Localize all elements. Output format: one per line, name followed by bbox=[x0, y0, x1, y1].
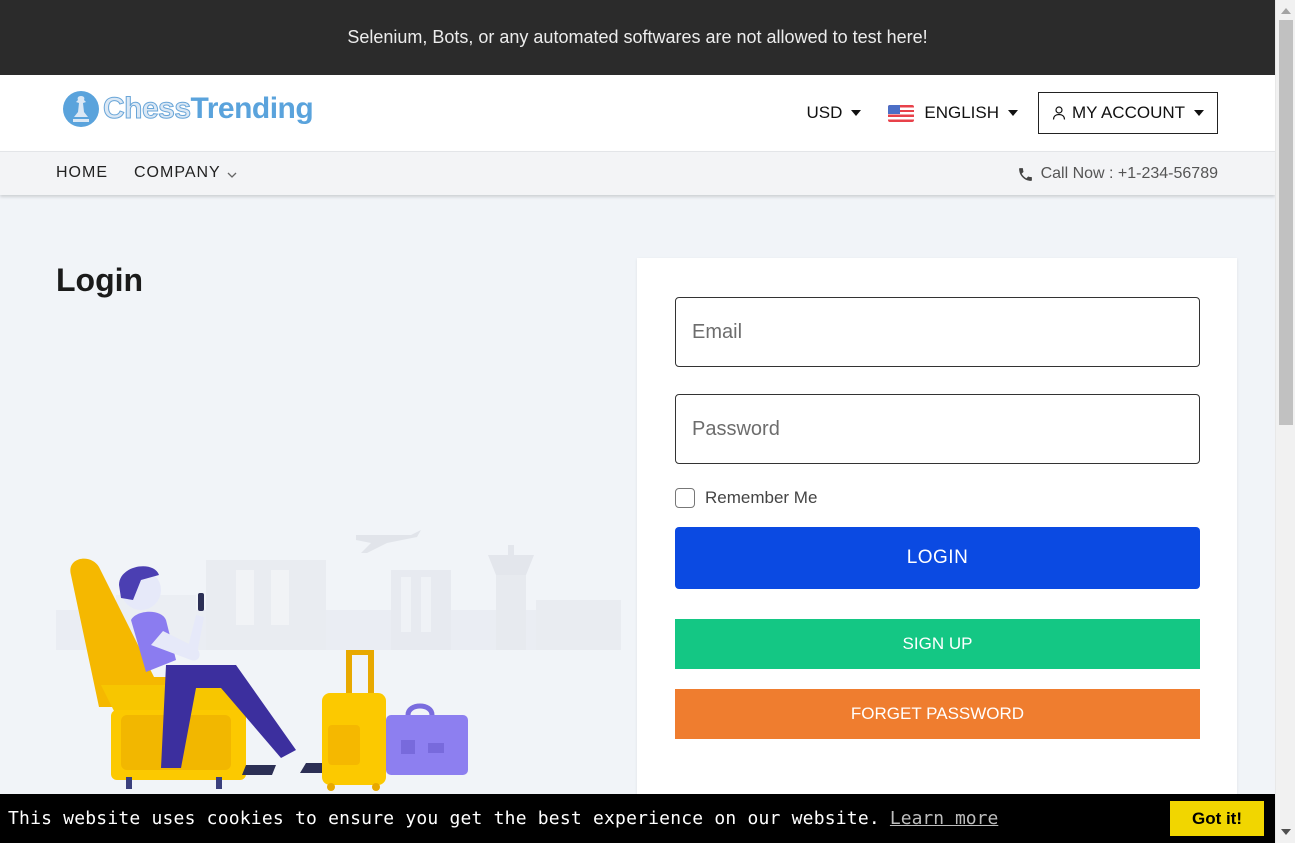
caret-down-icon bbox=[851, 110, 862, 116]
got-it-button[interactable]: Got it! bbox=[1170, 801, 1264, 836]
page: Selenium, Bots, or any automated softwar… bbox=[0, 0, 1275, 843]
logo-text-trending: Trending bbox=[190, 92, 314, 125]
us-flag-icon bbox=[888, 104, 915, 122]
learn-more-link[interactable]: Learn more bbox=[890, 808, 998, 829]
notice-text: Selenium, Bots, or any automated softwar… bbox=[347, 27, 928, 47]
site-logo[interactable]: ChessTrending bbox=[62, 89, 314, 129]
currency-dropdown[interactable]: USD bbox=[806, 103, 862, 123]
sign-up-button-label: SIGN UP bbox=[902, 634, 973, 653]
caret-down-icon bbox=[1194, 110, 1205, 116]
chevron-down-icon bbox=[227, 172, 237, 178]
page-title: Login bbox=[56, 262, 144, 298]
cookie-consent-bar: This website uses cookies to ensure you … bbox=[0, 794, 1275, 843]
scroll-up-arrow-icon[interactable] bbox=[1281, 8, 1291, 14]
caret-down-icon bbox=[1008, 110, 1018, 116]
my-account-button[interactable]: MY ACCOUNT bbox=[1038, 92, 1218, 134]
vertical-scrollbar[interactable] bbox=[1275, 0, 1295, 843]
header-controls: USD ENGLISH MY ACCOUNT bbox=[806, 92, 1218, 134]
call-now-label: Call Now : +1-234-56789 bbox=[1040, 165, 1218, 182]
phone-icon bbox=[1018, 167, 1032, 181]
my-account-label: MY ACCOUNT bbox=[1071, 103, 1186, 122]
nav-item-company[interactable]: COMPANY bbox=[134, 164, 237, 182]
login-button-label: LOGIN bbox=[906, 547, 969, 568]
currency-label: USD bbox=[806, 103, 843, 122]
scrollbar-thumb[interactable] bbox=[1279, 20, 1293, 425]
forget-password-button-label: FORGET PASSWORD bbox=[850, 704, 1025, 723]
traveler-illustration bbox=[56, 530, 621, 791]
sign-up-button[interactable]: SIGN UP bbox=[675, 619, 1200, 669]
nav-item-home[interactable]: HOME bbox=[56, 164, 108, 182]
remember-me[interactable]: Remember Me bbox=[675, 488, 817, 508]
main-nav: HOME COMPANY Call Now : +1-234-56789 bbox=[0, 151, 1275, 195]
login-button[interactable]: LOGIN bbox=[675, 527, 1200, 589]
nav-item-home-label: HOME bbox=[56, 164, 108, 181]
user-icon bbox=[1052, 106, 1066, 120]
site-header: ChessTrending USD ENGLISH MY ACCOUNT bbox=[0, 75, 1275, 151]
automation-notice-bar: Selenium, Bots, or any automated softwar… bbox=[0, 0, 1275, 75]
language-dropdown[interactable]: ENGLISH bbox=[888, 103, 1018, 123]
remember-me-label: Remember Me bbox=[705, 488, 818, 507]
nav-item-company-label: COMPANY bbox=[134, 164, 221, 181]
logo-text-chess: Chess bbox=[103, 92, 192, 126]
got-it-button-label: Got it! bbox=[1191, 808, 1243, 828]
chess-piece-icon bbox=[63, 91, 99, 127]
login-card: Remember Me LOGIN SIGN UP FORGET PASSWOR… bbox=[637, 258, 1237, 818]
logo-text: ChessTrending bbox=[103, 92, 314, 126]
cookie-message: This website uses cookies to ensure you … bbox=[8, 808, 880, 829]
scroll-down-arrow-icon[interactable] bbox=[1281, 829, 1291, 835]
email-field[interactable] bbox=[675, 297, 1200, 367]
forget-password-button[interactable]: FORGET PASSWORD bbox=[675, 689, 1200, 739]
password-field[interactable] bbox=[675, 394, 1200, 464]
remember-me-checkbox[interactable] bbox=[675, 488, 695, 508]
language-label: ENGLISH bbox=[924, 103, 999, 122]
call-now[interactable]: Call Now : +1-234-56789 bbox=[1017, 165, 1218, 183]
